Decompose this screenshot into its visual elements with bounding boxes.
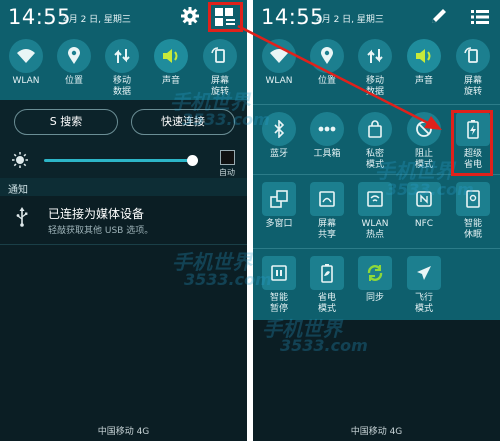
carrier-label: 中国移动 4G: [97, 427, 150, 437]
toggle-label: 智能: [269, 293, 288, 303]
wifi-icon: [262, 39, 296, 73]
toggle-label: 声音: [414, 76, 433, 86]
toggle-mobile-data[interactable]: 移动 数据: [99, 39, 145, 98]
auto-brightness-label: 自动: [219, 168, 235, 177]
screen-share-icon: [310, 182, 344, 216]
watermark-url: 3533.com: [182, 110, 270, 129]
divider: [0, 244, 247, 245]
status-bar: 14:55 4月 2 日, 星期三: [253, 0, 500, 34]
settings-gear-icon[interactable]: [180, 6, 200, 26]
wifi-icon: [9, 39, 43, 73]
toolbox-icon: [310, 112, 344, 146]
brightness-slider-track[interactable]: [44, 159, 194, 162]
toggle-label: 省电: [317, 293, 336, 303]
notifications-header: 通知: [0, 178, 247, 196]
auto-brightness-checkbox[interactable]: [220, 150, 235, 165]
mobile-data-icon: [358, 39, 392, 73]
toggle-label: WLAN: [12, 76, 40, 86]
location-icon: [310, 39, 344, 73]
divider: [253, 248, 500, 249]
brightness-slider-thumb[interactable]: [187, 155, 198, 166]
toggle-label: 飞行: [414, 293, 433, 303]
usb-icon: [16, 207, 28, 231]
notification-title: 已连接为媒体设备: [48, 207, 145, 221]
brightness-row: 自动: [0, 146, 247, 178]
toggle-label: 多窗口: [265, 219, 293, 229]
list-view-icon[interactable]: [471, 9, 489, 28]
sound-icon: [154, 39, 188, 73]
toggle-multi-window[interactable]: 多窗口: [256, 182, 302, 230]
watermark-url: 3533.com: [386, 180, 474, 199]
notifications-header-label: 通知: [8, 185, 28, 196]
toggle-label-line2: 休眠: [463, 230, 482, 240]
toggle-label: 移动: [112, 76, 131, 86]
toggle-label: 屏幕: [463, 76, 482, 86]
date-label: 4月 2 日, 星期三: [316, 15, 384, 25]
mobile-data-icon: [105, 39, 139, 73]
toggle-screen-rotation[interactable]: 屏幕 旋转: [450, 39, 496, 98]
toggle-label-line2: 数据: [112, 87, 131, 97]
clock-time: 14:55: [8, 5, 72, 29]
toggle-label: 屏幕: [317, 219, 336, 229]
toggle-label: 蓝牙: [269, 149, 288, 159]
toggle-label-line2: 模式: [414, 304, 433, 314]
s-search-button[interactable]: S 搜索: [14, 109, 118, 135]
rotate-icon: [203, 39, 237, 73]
toggle-label-line2: 数据: [365, 87, 384, 97]
watermark-url: 3533.com: [184, 270, 272, 289]
toggle-toolbox[interactable]: 工具箱: [304, 112, 350, 160]
toggle-power-saving[interactable]: 省电 模式: [304, 256, 350, 315]
clock-time: 14:55: [261, 5, 325, 29]
toggle-label: 位置: [64, 76, 83, 86]
toggle-label: 同步: [365, 293, 384, 303]
toggle-sync[interactable]: 同步: [352, 256, 398, 304]
toggle-mobile-data[interactable]: 移动 数据: [352, 39, 398, 98]
highlight-grid-icon: [208, 2, 243, 32]
left-notification-panel: 14:55 4月 2 日, 星期三 WLAN 位置 移动 数据 声音 屏幕 旋转…: [0, 0, 247, 441]
sound-icon: [407, 39, 441, 73]
multi-window-icon: [262, 182, 296, 216]
carrier-label: 中国移动 4G: [350, 427, 403, 437]
toggle-sound[interactable]: 声音: [401, 39, 447, 87]
airplane-icon: [407, 256, 441, 290]
toggle-airplane-mode[interactable]: 飞行 模式: [401, 256, 447, 315]
notification-subtitle: 轻敲获取其他 USB 选项。: [48, 226, 154, 236]
date-label: 4月 2 日, 星期三: [63, 15, 131, 25]
toggle-label: NFC: [414, 219, 434, 229]
toggle-wlan[interactable]: WLAN: [256, 39, 302, 87]
sync-icon: [358, 256, 392, 290]
divider: [253, 104, 500, 105]
highlight-ultra-power-saving: [451, 110, 493, 176]
toggle-label-line2: 共享: [317, 230, 336, 240]
toggle-label: 工具箱: [313, 149, 341, 159]
toggle-sound[interactable]: 声音: [148, 39, 194, 87]
toggle-label: 位置: [317, 76, 336, 86]
watermark-url: 3533.com: [280, 336, 368, 355]
toggle-label: 移动: [365, 76, 384, 86]
right-quick-settings-panel: 14:55 4月 2 日, 星期三 WLAN 位置 移动 数据 声音 屏幕 旋转…: [253, 0, 500, 441]
toggle-location[interactable]: 位置: [304, 39, 350, 87]
power-saving-icon: [310, 256, 344, 290]
block-mode-icon: [407, 112, 441, 146]
usb-notification[interactable]: 已连接为媒体设备 轻敲获取其他 USB 选项。: [0, 197, 247, 243]
toggle-label: WLAN: [265, 76, 293, 86]
private-mode-icon: [358, 112, 392, 146]
toggle-label-line2: 旋转: [463, 87, 482, 97]
location-icon: [57, 39, 91, 73]
toggle-location[interactable]: 位置: [51, 39, 97, 87]
rotate-icon: [456, 39, 490, 73]
edit-pencil-icon[interactable]: [430, 7, 448, 29]
toggle-label: WLAN: [361, 219, 389, 229]
toggle-label-line2: 热点: [365, 230, 384, 240]
toggle-label: 智能: [463, 219, 482, 229]
toggle-wlan[interactable]: WLAN: [3, 39, 49, 87]
brightness-icon: [12, 152, 28, 172]
toggle-screen-share[interactable]: 屏幕 共享: [304, 182, 350, 241]
